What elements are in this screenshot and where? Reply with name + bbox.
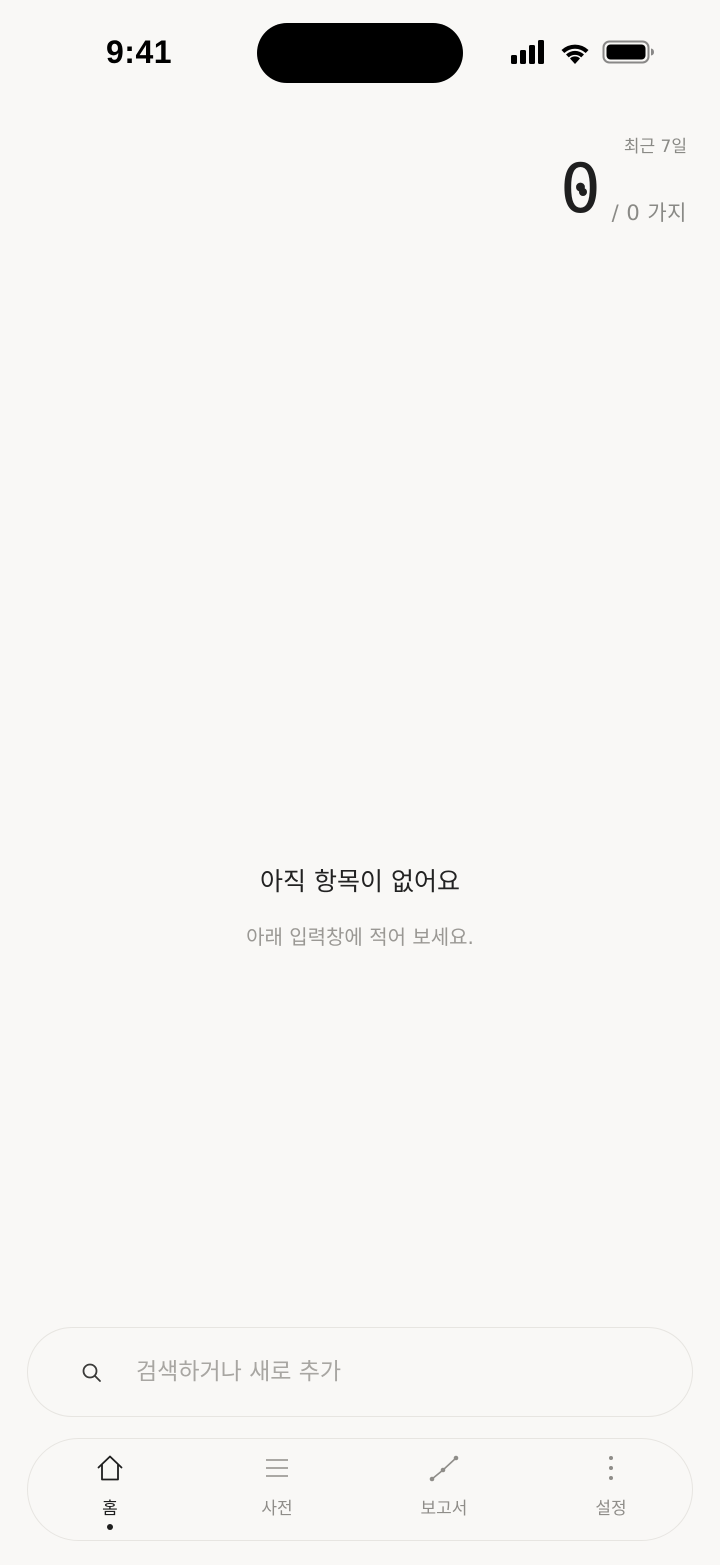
dynamic-island bbox=[257, 23, 463, 83]
empty-state-title: 아직 항목이 없어요 bbox=[260, 867, 460, 896]
more-vertical-icon bbox=[609, 1456, 613, 1480]
active-tab-indicator bbox=[107, 1524, 113, 1530]
battery-icon bbox=[602, 40, 654, 64]
status-time: 9:41 bbox=[106, 34, 173, 70]
tab-dictionary[interactable]: 사전 bbox=[207, 1439, 347, 1540]
empty-state-subtitle: 아래 입력창에 적어 보세요. bbox=[246, 925, 474, 949]
stats-count-dot bbox=[579, 188, 587, 196]
wifi-icon bbox=[561, 44, 589, 64]
tab-home-label: 홈 bbox=[102, 1499, 118, 1519]
signal-icon bbox=[511, 40, 544, 64]
stats-period-label: 최근 7일 bbox=[623, 137, 687, 157]
home-icon bbox=[97, 1455, 123, 1481]
tab-report-label: 보고서 bbox=[420, 1499, 468, 1519]
tab-bar: 홈 사전 보고서 설정 bbox=[27, 1438, 693, 1541]
search-icon bbox=[82, 1363, 101, 1382]
tab-home[interactable]: 홈 bbox=[40, 1439, 180, 1540]
tab-settings-label: 설정 bbox=[595, 1499, 627, 1519]
stats-total-label: / 0 가지 bbox=[611, 201, 687, 225]
tab-report[interactable]: 보고서 bbox=[374, 1439, 514, 1540]
list-icon bbox=[266, 1459, 288, 1477]
search-bar[interactable] bbox=[27, 1327, 693, 1417]
tab-settings[interactable]: 설정 bbox=[541, 1439, 681, 1540]
search-input[interactable] bbox=[136, 1350, 656, 1394]
tab-dictionary-label: 사전 bbox=[261, 1499, 293, 1519]
chart-line-icon bbox=[429, 1455, 459, 1482]
